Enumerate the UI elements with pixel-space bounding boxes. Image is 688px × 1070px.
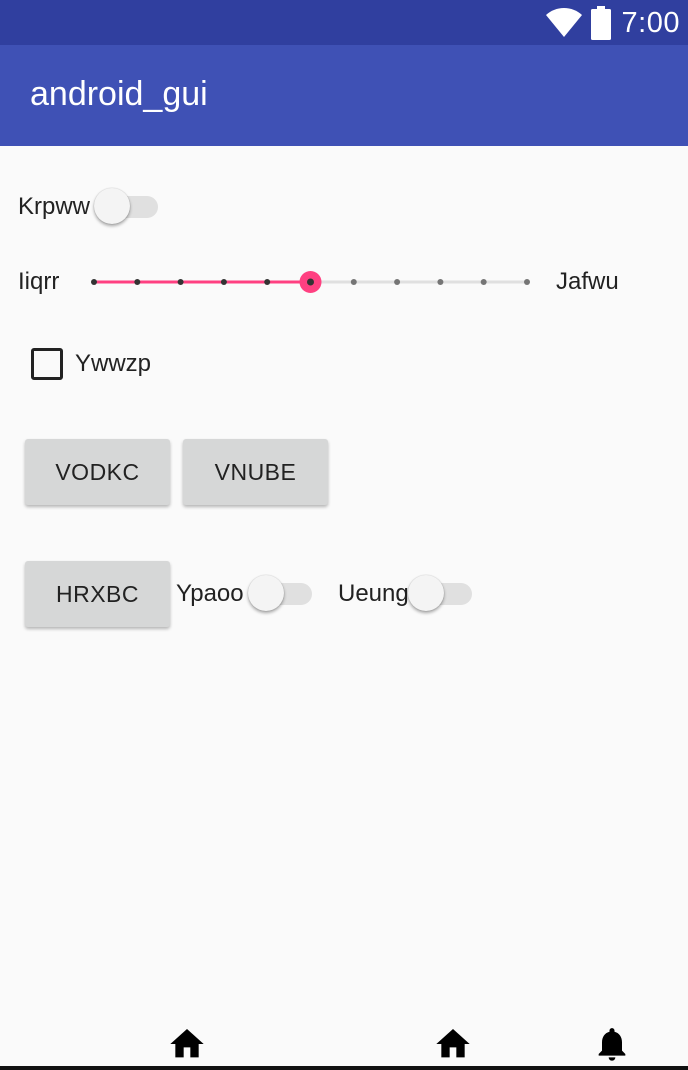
slider-tick [437, 279, 444, 285]
battery-icon [590, 6, 611, 40]
button-vodkc[interactable]: VODKC [25, 439, 170, 505]
slider-tick [524, 279, 530, 285]
app-bar: android_gui [0, 45, 688, 146]
slider-tick [177, 279, 184, 285]
app-title: android_gui [30, 75, 208, 113]
slider-left-label: Iiqrr [18, 268, 60, 295]
switch-ypaoo[interactable] [248, 574, 316, 614]
bell-icon[interactable] [592, 1024, 632, 1064]
slider-tick [394, 279, 401, 285]
home-icon[interactable] [433, 1024, 473, 1064]
switch-krpww[interactable] [94, 187, 162, 227]
switch-thumb [408, 575, 444, 611]
checkbox-ywwzp-label: Ywwzp [75, 350, 152, 377]
switch-krpww-label: Krpww [18, 193, 91, 220]
slider-tick [220, 279, 227, 285]
button-hrxbc[interactable]: HRXBC [25, 561, 170, 627]
status-bar: 7:00 [0, 0, 688, 45]
button-vnube[interactable]: VNUBE [183, 439, 328, 505]
slider-tick [264, 279, 271, 285]
switch-thumb [248, 575, 284, 611]
home-icon[interactable] [167, 1024, 207, 1064]
discrete-slider[interactable] [84, 262, 540, 302]
slider-tick [91, 279, 97, 285]
slider-tick [134, 279, 141, 285]
status-icons: 7:00 [545, 6, 680, 40]
slider-right-label: Jafwu [556, 268, 619, 295]
switch-ueung-label: Ueung [338, 580, 409, 607]
system-nav-bar [0, 1066, 688, 1070]
slider-tick [350, 279, 357, 285]
switch-thumb [94, 188, 130, 224]
slider-tick [480, 279, 487, 285]
wifi-icon [545, 8, 582, 37]
checkbox-ywwzp[interactable] [31, 348, 63, 380]
slider-thumb-tick [307, 278, 314, 286]
switch-ypaoo-label: Ypaoo [176, 580, 244, 607]
switch-ueung[interactable] [408, 574, 476, 614]
status-time: 7:00 [621, 6, 680, 39]
